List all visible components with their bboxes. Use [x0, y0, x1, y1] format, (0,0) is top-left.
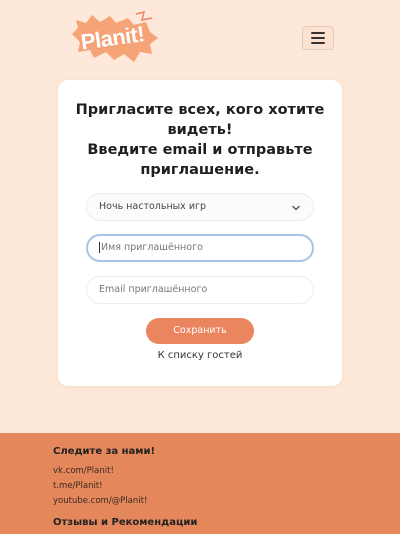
event-select[interactable]: Ночь настольных игр: [86, 193, 314, 221]
site-header: Planit!: [0, 0, 400, 80]
site-footer: Следите за нами! vk.com/Planit! t.me/Pla…: [0, 433, 400, 534]
guest-list-link[interactable]: К списку гостей: [58, 350, 342, 361]
hamburger-icon: [311, 32, 325, 34]
guest-name-placeholder: Имя приглашённого: [101, 242, 203, 253]
logo[interactable]: Planit!: [66, 10, 162, 66]
text-caret: [99, 242, 100, 253]
guest-name-input[interactable]: Имя приглашённого: [86, 234, 314, 262]
title-line: Пригласите всех, кого хотите: [75, 102, 325, 118]
event-select-value: Ночь настольных игр: [99, 201, 207, 212]
reviews-heading[interactable]: Отзывы и Рекомендации: [53, 517, 197, 528]
title-line: приглашение.: [140, 162, 260, 178]
chevron-down-icon: [292, 205, 300, 211]
youtube-link[interactable]: youtube.com/@Planit!: [53, 496, 147, 506]
follow-heading: Следите за нами!: [53, 446, 156, 457]
invite-card: Пригласите всех, кого хотите видеть! Вве…: [58, 80, 342, 386]
guest-email-placeholder: Email приглашённого: [99, 284, 208, 295]
telegram-link[interactable]: t.me/Planit!: [53, 481, 103, 491]
guest-email-input[interactable]: Email приглашённого: [86, 276, 314, 304]
save-button[interactable]: Сохранить: [146, 318, 254, 344]
vk-link[interactable]: vk.com/Planit!: [53, 466, 114, 476]
invite-title: Пригласите всех, кого хотите видеть! Вве…: [58, 100, 342, 180]
menu-button[interactable]: [302, 26, 334, 50]
title-line: видеть!: [167, 122, 233, 138]
title-line: Введите email и отправьте: [87, 142, 313, 158]
